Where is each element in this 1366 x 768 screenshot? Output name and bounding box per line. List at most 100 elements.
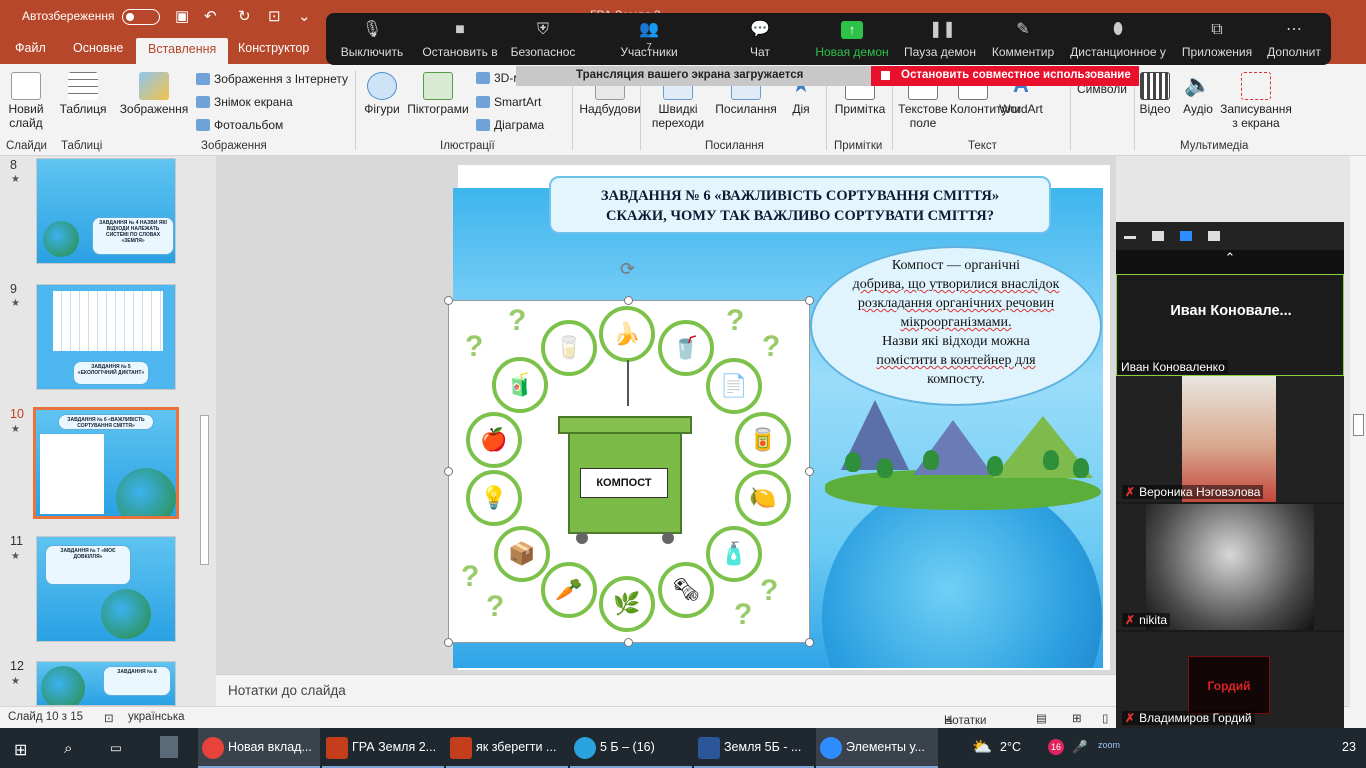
stop-share-button[interactable]: Остановить совместное использование [871,66,1139,86]
resize-handle[interactable] [444,296,453,305]
group-text-label: Текст [968,140,997,152]
taskbar-app-powerpoint[interactable]: ГРА Земля 2... [322,728,444,768]
slide-thumbnail-9[interactable]: ЗАВДАННЯ № 5 «ЕКОЛОГІЧНИЙ ДИКТАНТ» [36,284,176,390]
weather-icon[interactable]: ⛅ [972,737,992,757]
slide-thumbnail-8[interactable]: ЗАВДАННЯ № 4 НАЗВИ ЯКІ ВІДХОДИ НАЛЕЖАТЬ … [36,158,176,264]
chat-button[interactable]: 💬 Чат [740,17,780,59]
save-icon[interactable]: ▣ [175,7,189,25]
share-screen-icon: ↑ [841,21,863,39]
resize-handle[interactable] [444,467,453,476]
redo-icon[interactable]: ↻ [238,7,251,25]
globe-image [43,221,79,257]
autosave-toggle[interactable] [122,9,160,25]
resize-handle[interactable] [444,638,453,647]
thumbnail-view-icon[interactable] [1152,231,1164,241]
chart-button[interactable]: Діаграма [476,118,544,132]
participant-tile[interactable]: Гордий ✗ Владимиров Гордий [1116,632,1344,728]
minimize-icon[interactable] [1124,236,1136,239]
normal-view-icon[interactable]: ▤ [1036,711,1047,725]
video-button[interactable]: Відео [1138,72,1172,116]
video-camera-icon: ■ [455,21,465,38]
notes-pane[interactable]: Нотатки до слайда [216,674,1116,706]
online-images-button[interactable]: Зображення з Інтернету [196,72,348,86]
collapse-icon[interactable]: ⌃ [1116,250,1344,274]
slide-number: 8 [10,158,17,172]
mute-button[interactable]: 🎙 Выключить [334,17,410,59]
zoom-participants-panel: ⌃ Иван Коновале... Иван Коноваленко ✗ Вер… [1116,222,1344,728]
undo-icon[interactable]: ↶ [204,7,217,25]
resize-handle[interactable] [624,296,633,305]
taskbar-app-word[interactable]: Земля 5Б - ... [694,728,814,768]
table-button[interactable]: Таблиця [58,72,108,116]
present-icon[interactable]: ⊡ [268,7,281,25]
spelling-icon[interactable]: ⊡ [104,711,114,725]
taskbar-app-zoom[interactable]: Элементы у... [816,728,938,768]
participant-tile[interactable]: Иван Коновале... Иван Коноваленко [1116,274,1344,376]
audio-button[interactable]: 🔈 Аудіо [1178,72,1218,116]
microphone-tray-icon[interactable]: 🎤 [1072,740,1088,755]
participant-avatar: Гордий [1188,656,1270,714]
chat-icon: 💬 [750,21,770,38]
more-button[interactable]: ⋯ Дополнит [1264,17,1324,59]
compost-info-bubble[interactable]: Компост — органічні добрива, що утворили… [810,246,1102,406]
taskbar-app-chrome[interactable]: Новая вклад... [198,728,320,768]
images-button[interactable]: Зображення [118,72,190,116]
taskbar-app-telegram[interactable]: 5 Б – (16) [570,728,692,768]
slide-thumbnail-10[interactable]: ЗАВДАННЯ № 6 «ВАЖЛИВІСТЬ СОРТУВАННЯ СМІТ… [33,407,179,519]
icons-button[interactable]: Піктограми [404,72,472,116]
stop-video-button[interactable]: ■ Остановить в [418,17,502,59]
speaker-view-icon[interactable] [1180,231,1192,241]
new-share-button[interactable]: ↑ Новая демон [812,17,892,59]
calculator-icon[interactable] [160,736,178,758]
photo-album-button[interactable]: Фотоальбом [196,118,283,132]
security-button[interactable]: ⛨ Безопаснос [508,17,578,59]
chat-label: Чат [750,45,770,59]
rotate-handle-icon[interactable]: ⟳ [620,259,635,280]
gallery-view-icon[interactable] [1208,231,1220,241]
search-icon[interactable]: ⌕ [64,740,72,757]
annotate-button[interactable]: ✎ Комментир [988,17,1058,59]
tab-design[interactable]: Конструктор [238,41,309,55]
task-view-icon[interactable]: ▭ [110,740,122,755]
participant-tile[interactable]: ✗ Вероника Нэговэлова [1116,376,1344,502]
scroll-thumb[interactable] [1353,414,1364,436]
scroll-thumb[interactable] [200,415,209,565]
slides-pane-scrollbar[interactable] [198,160,210,700]
sorter-view-icon[interactable]: ⊞ [1072,711,1082,725]
tab-home[interactable]: Основне [73,41,123,55]
table-icon [68,72,98,100]
apps-button[interactable]: ⧉ Приложения [1178,17,1256,59]
3d-models-button[interactable]: 3D-м [476,71,522,85]
resize-handle[interactable] [805,638,814,647]
resize-handle[interactable] [805,296,814,305]
shapes-button[interactable]: Фігури [360,72,404,116]
tab-file[interactable]: Файл [15,41,46,55]
new-slide-button[interactable]: Новий слайд [4,72,48,130]
notification-badge[interactable]: 16 [1048,739,1064,755]
resize-handle[interactable] [624,638,633,647]
reading-view-icon[interactable]: ▯ [1102,711,1108,725]
windows-start-icon[interactable]: ⊞ [14,740,27,760]
pause-share-button[interactable]: ❚❚ Пауза демон [900,17,980,59]
smartart-button[interactable]: SmartArt [476,95,541,109]
zoom-tray-icon[interactable]: zoom [1098,740,1120,750]
taskbar-app-powerpoint-2[interactable]: як зберегти ... [446,728,568,768]
editor-vertical-scrollbar[interactable] [1350,156,1366,726]
screen-recording-button[interactable]: Записування з екрана [1218,72,1294,130]
resize-handle[interactable] [805,467,814,476]
remote-control-button[interactable]: ⬮ Дистанционное у [1066,17,1170,59]
slide-thumbnail-11[interactable]: ЗАВДАННЯ № 7 «МОЄ ДОВКІЛЛЯ» [36,536,176,642]
tab-insert[interactable]: Вставлення [136,38,229,64]
participants-button[interactable]: 👥7 Участники [614,17,684,59]
clock-fragment[interactable]: 23 [1342,740,1356,754]
new-share-label: Новая демон [815,45,889,59]
screenshot-button[interactable]: Знімок екрана [196,95,293,109]
slide-title-box[interactable]: ЗАВДАННЯ № 6 «ВАЖЛИВІСТЬ СОРТУВАННЯ СМІТ… [549,176,1051,234]
participants-label: Участники [620,45,678,59]
weather-temperature[interactable]: 2°C [1000,740,1021,754]
quick-parts-label: Швидкі переходи [651,102,705,130]
slide-thumbnail-12[interactable]: ЗАВДАННЯ № 8 [36,661,176,706]
language-indicator[interactable]: українська [128,711,185,723]
participant-tile[interactable]: ✗ nikita [1116,504,1344,630]
customize-icon[interactable]: ⌄ [298,7,311,25]
